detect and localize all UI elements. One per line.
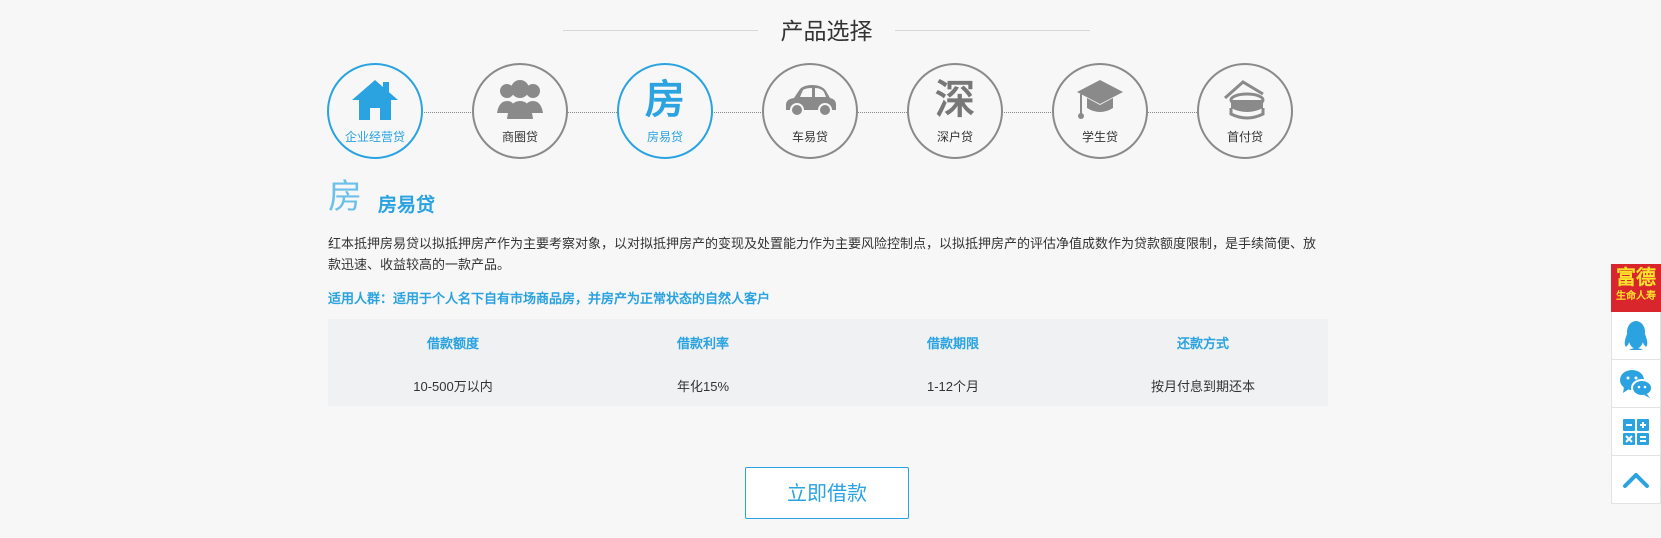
product-item-business-district-loan[interactable]: 商圈贷 bbox=[472, 63, 568, 159]
shen-character-icon: 深 bbox=[935, 76, 975, 123]
product-selector: 企业经营贷 商圈贷 房 房易贷 车易贷 深 深户贷 学生贷 首付贷 bbox=[327, 63, 1327, 163]
table-header: 借款利率 bbox=[676, 336, 729, 351]
brand-subtitle: 生命人寿 bbox=[1616, 291, 1656, 302]
product-item-house-loan[interactable]: 房 房易贷 bbox=[617, 63, 713, 159]
back-to-top-icon bbox=[1623, 472, 1649, 488]
title-divider-right bbox=[895, 30, 1090, 31]
table-cell: 1-12个月 bbox=[926, 379, 980, 394]
product-item-student-loan[interactable]: 学生贷 bbox=[1052, 63, 1148, 159]
qq-button[interactable] bbox=[1611, 312, 1661, 360]
table-cell: 按月付息到期还本 bbox=[1150, 379, 1255, 394]
target-audience: 适用人群：适用于个人名下自有市场商品房，并房产为正常状态的自然人客户 bbox=[328, 291, 771, 306]
wechat-icon bbox=[1620, 369, 1653, 398]
section-header: 产品选择 bbox=[0, 8, 1661, 48]
fang-outline-icon: 房 bbox=[328, 177, 362, 217]
brand-logo[interactable]: 富德 生命人寿 bbox=[1611, 264, 1661, 312]
table-header: 还款方式 bbox=[1176, 336, 1229, 351]
product-item-enterprise-loan[interactable]: 企业经营贷 bbox=[327, 63, 423, 159]
product-label: 首付贷 bbox=[1226, 130, 1263, 144]
product-label: 车易贷 bbox=[791, 130, 828, 144]
product-item-car-loan[interactable]: 车易贷 bbox=[762, 63, 858, 159]
product-label: 商圈贷 bbox=[501, 130, 538, 144]
right-float-toolbar: 富德 生命人寿 bbox=[1611, 264, 1661, 504]
qq-icon bbox=[1624, 320, 1648, 350]
table-cell: 10-500万以内 bbox=[413, 379, 493, 394]
fang-character-icon: 房 bbox=[645, 76, 685, 123]
product-label: 深户贷 bbox=[936, 130, 973, 144]
section-title: 产品选择 bbox=[780, 18, 873, 44]
loan-terms-table: 借款额度 借款利率 借款期限 还款方式 10-500万以内 年化15% 1-12… bbox=[328, 319, 1328, 406]
product-detail-title: 房易贷 bbox=[378, 195, 436, 216]
product-item-shenzhen-hukou-loan[interactable]: 深 深户贷 bbox=[907, 63, 1003, 159]
product-label: 企业经营贷 bbox=[344, 130, 405, 144]
house-icon bbox=[329, 77, 421, 123]
calculator-button[interactable] bbox=[1611, 408, 1661, 456]
product-description: 红本抵押房易贷以拟抵押房产作为主要考察对象，以对拟抵押房产的变现及处置能力作为主… bbox=[328, 236, 1317, 272]
table-header: 借款额度 bbox=[426, 336, 479, 351]
people-group-icon bbox=[474, 77, 566, 123]
table-header: 借款期限 bbox=[926, 336, 979, 351]
graduation-cap-icon bbox=[1054, 77, 1146, 123]
product-label: 房易贷 bbox=[646, 130, 683, 144]
coins-icon bbox=[1199, 77, 1291, 123]
table-cell: 年化15% bbox=[676, 379, 730, 394]
brand-name: 富德 bbox=[1616, 265, 1656, 289]
apply-loan-button[interactable]: 立即借款 bbox=[745, 467, 909, 519]
calculator-icon bbox=[1623, 418, 1649, 445]
car-icon bbox=[764, 77, 856, 123]
product-item-down-payment-loan[interactable]: 首付贷 bbox=[1197, 63, 1293, 159]
product-label: 学生贷 bbox=[1081, 130, 1118, 144]
wechat-button[interactable] bbox=[1611, 360, 1661, 408]
back-to-top-button[interactable] bbox=[1611, 456, 1661, 504]
title-divider-left bbox=[563, 30, 758, 31]
